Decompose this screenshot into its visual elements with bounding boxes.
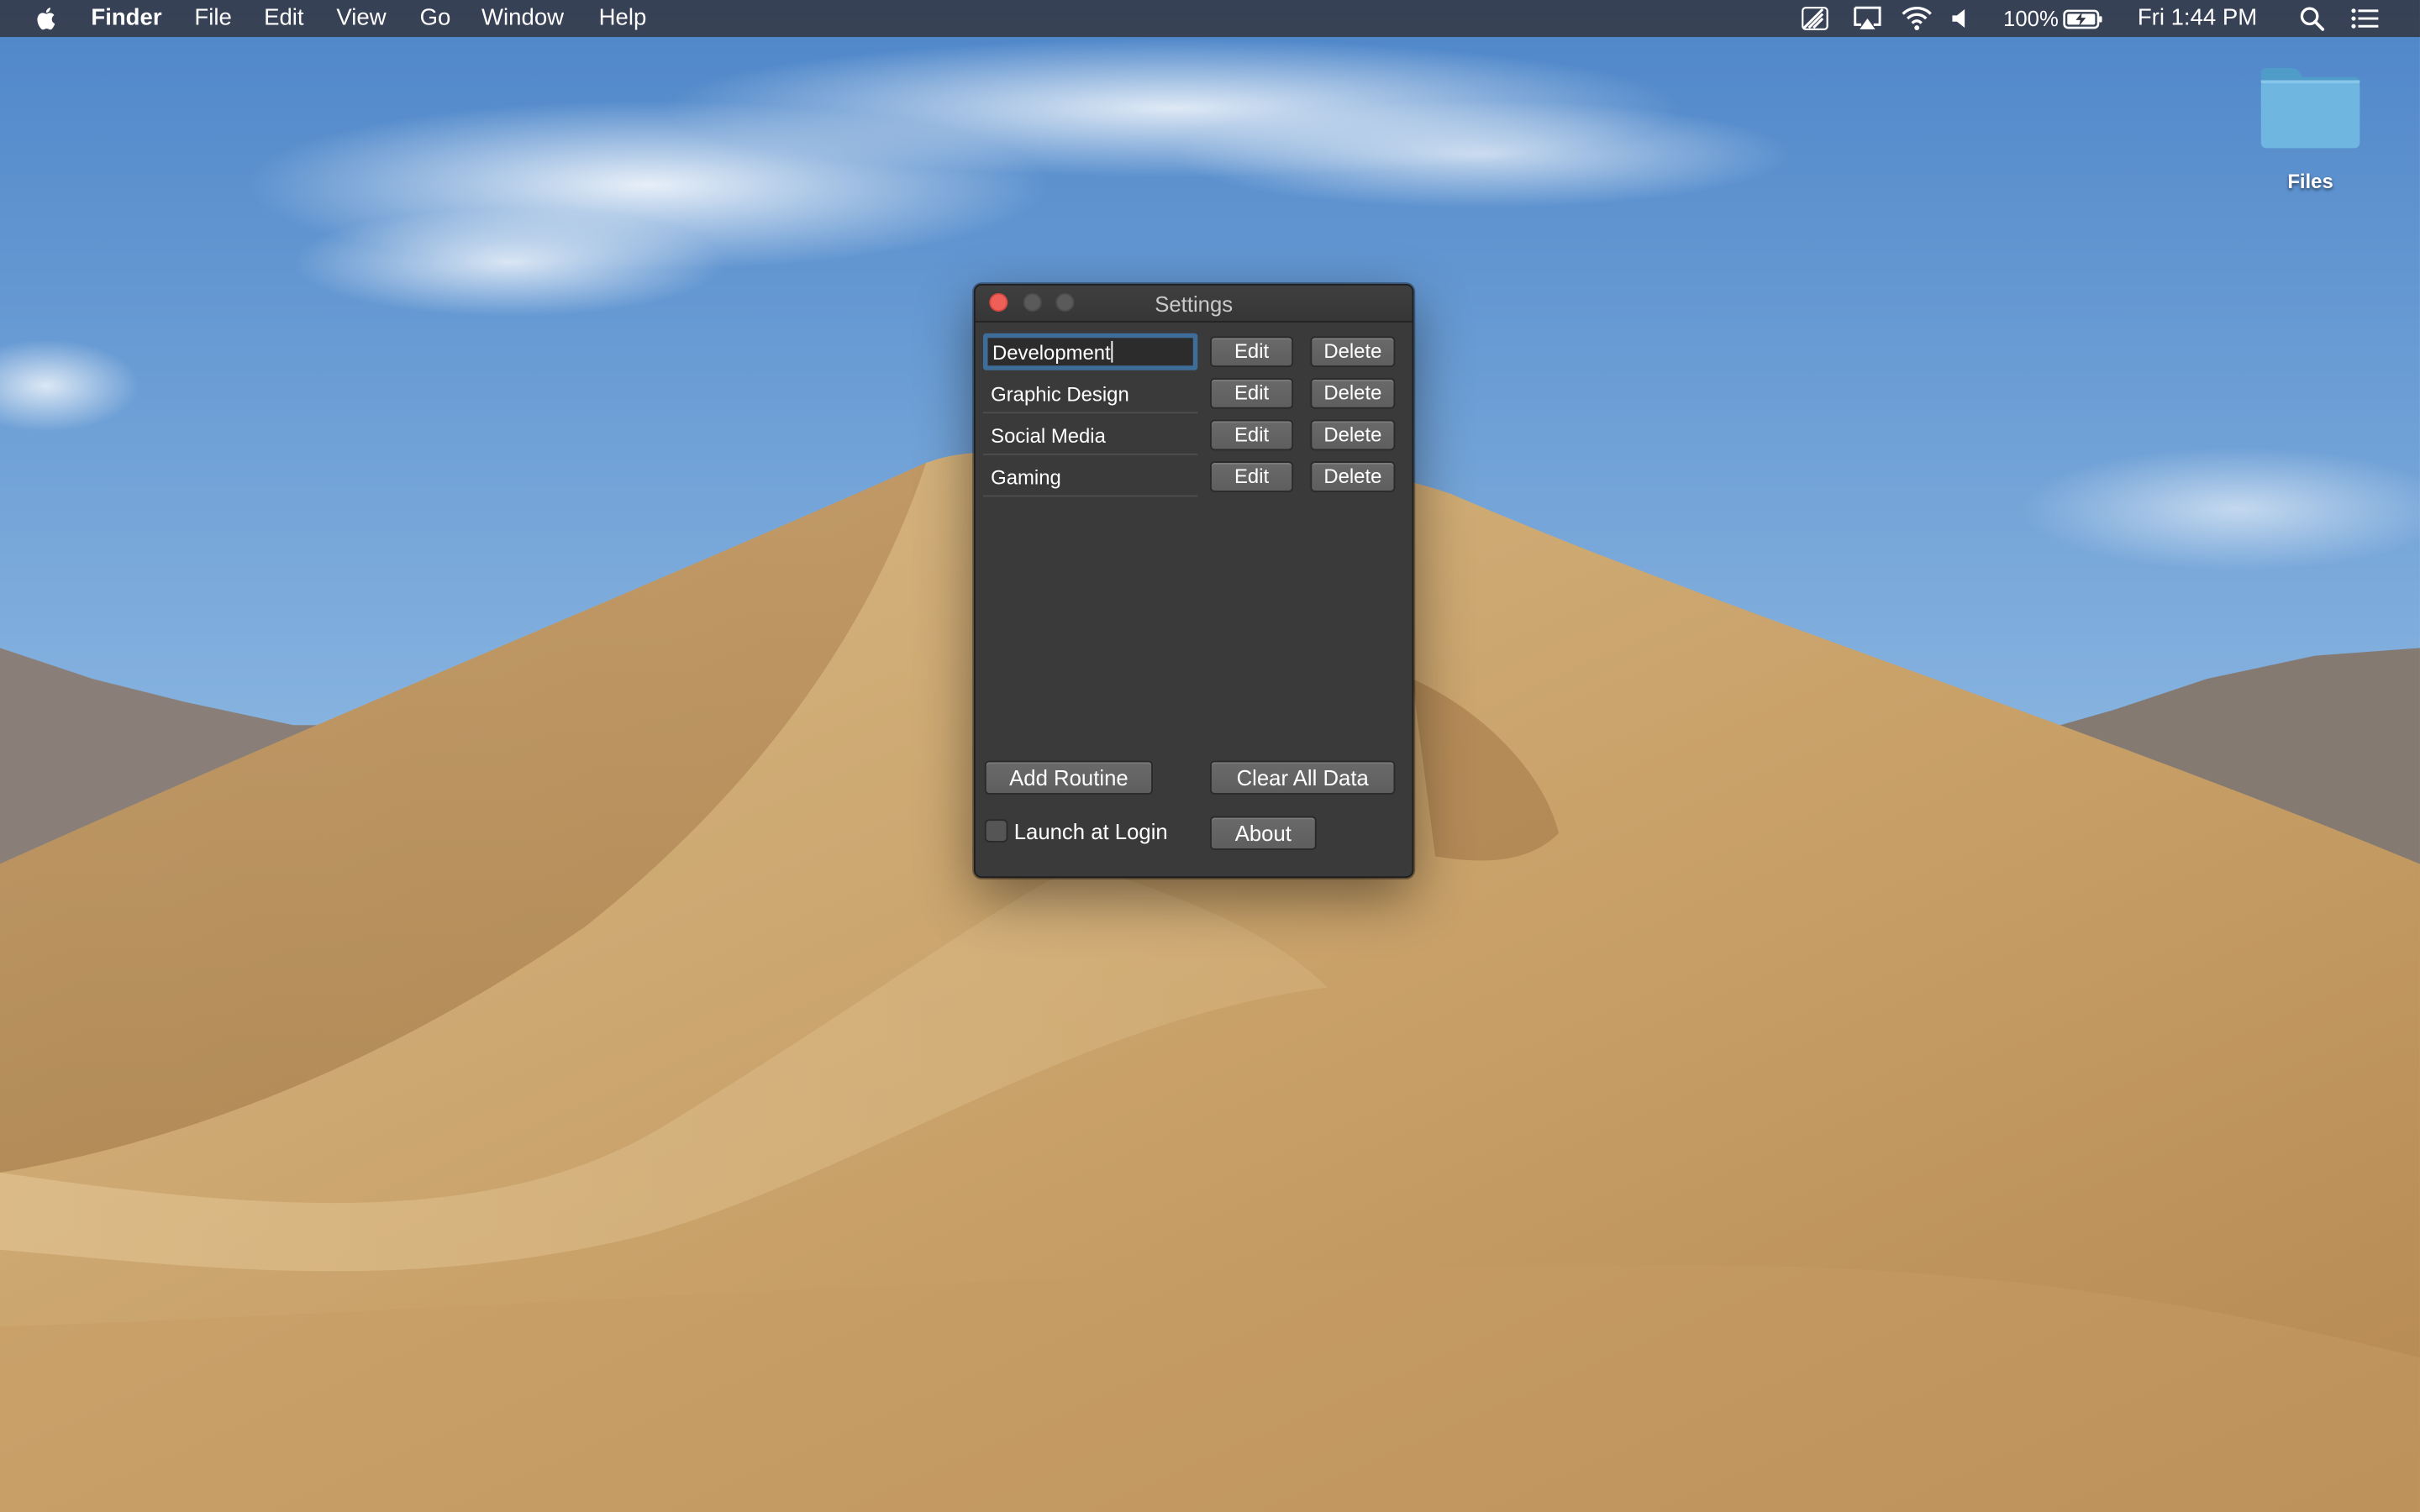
edit-routine-button[interactable]: Edit: [1209, 336, 1294, 368]
airplay-icon[interactable]: [1850, 5, 1884, 33]
desktop-item-files[interactable]: Files: [2241, 59, 2380, 207]
window-title: Settings: [1155, 291, 1234, 317]
menu-file[interactable]: File: [194, 5, 231, 33]
menu-edit[interactable]: Edit: [264, 5, 303, 33]
desktop-item-label: Files: [2287, 170, 2333, 193]
clear-all-data-button[interactable]: Clear All Data: [1209, 760, 1396, 795]
routine-name-text: Development: [992, 340, 1111, 365]
menu-view[interactable]: View: [336, 5, 386, 33]
routine-name-field[interactable]: Social Media: [982, 417, 1198, 455]
spotlight-search-icon[interactable]: [2298, 5, 2326, 33]
routine-name-field[interactable]: Gaming: [982, 459, 1198, 497]
delete-routine-button[interactable]: Delete: [1310, 377, 1396, 409]
remote-desktop-icon[interactable]: [1800, 5, 1831, 33]
edit-routine-button[interactable]: Edit: [1209, 461, 1294, 492]
routine-name-field[interactable]: Graphic Design: [982, 376, 1198, 414]
notification-center-icon[interactable]: [2349, 5, 2380, 33]
delete-routine-button[interactable]: Delete: [1310, 336, 1396, 368]
edit-routine-button[interactable]: Edit: [1209, 419, 1294, 451]
menu-window[interactable]: Window: [481, 5, 564, 33]
battery-charging-icon[interactable]: [2062, 5, 2105, 33]
battery-percent: 100%: [2003, 6, 2059, 31]
about-button[interactable]: About: [1209, 816, 1317, 851]
settings-window: Settings Development Edit Delete Graphic…: [973, 283, 1414, 879]
menu-clock[interactable]: Fri 1:44 PM: [2138, 5, 2257, 33]
edit-routine-button[interactable]: Edit: [1209, 377, 1294, 409]
apple-logo-icon[interactable]: [31, 3, 62, 34]
menu-go[interactable]: Go: [420, 5, 451, 33]
folder-icon: [2260, 67, 2360, 149]
text-caret: [1110, 340, 1113, 363]
launch-at-login-label[interactable]: Launch at Login: [1014, 816, 1168, 848]
routine-name-field[interactable]: Development: [982, 333, 1198, 370]
wifi-icon[interactable]: [1900, 5, 1933, 33]
launch-at-login-checkbox[interactable]: [984, 819, 1008, 843]
add-routine-button[interactable]: Add Routine: [984, 760, 1154, 795]
delete-routine-button[interactable]: Delete: [1310, 419, 1396, 451]
window-titlebar[interactable]: Settings: [975, 285, 1413, 323]
menu-bar: Finder File Edit View Go Window Help 100…: [0, 0, 2420, 38]
menu-finder[interactable]: Finder: [91, 5, 161, 33]
volume-icon[interactable]: [1949, 5, 1971, 33]
delete-routine-button[interactable]: Delete: [1310, 461, 1396, 492]
menu-help[interactable]: Help: [599, 5, 647, 33]
